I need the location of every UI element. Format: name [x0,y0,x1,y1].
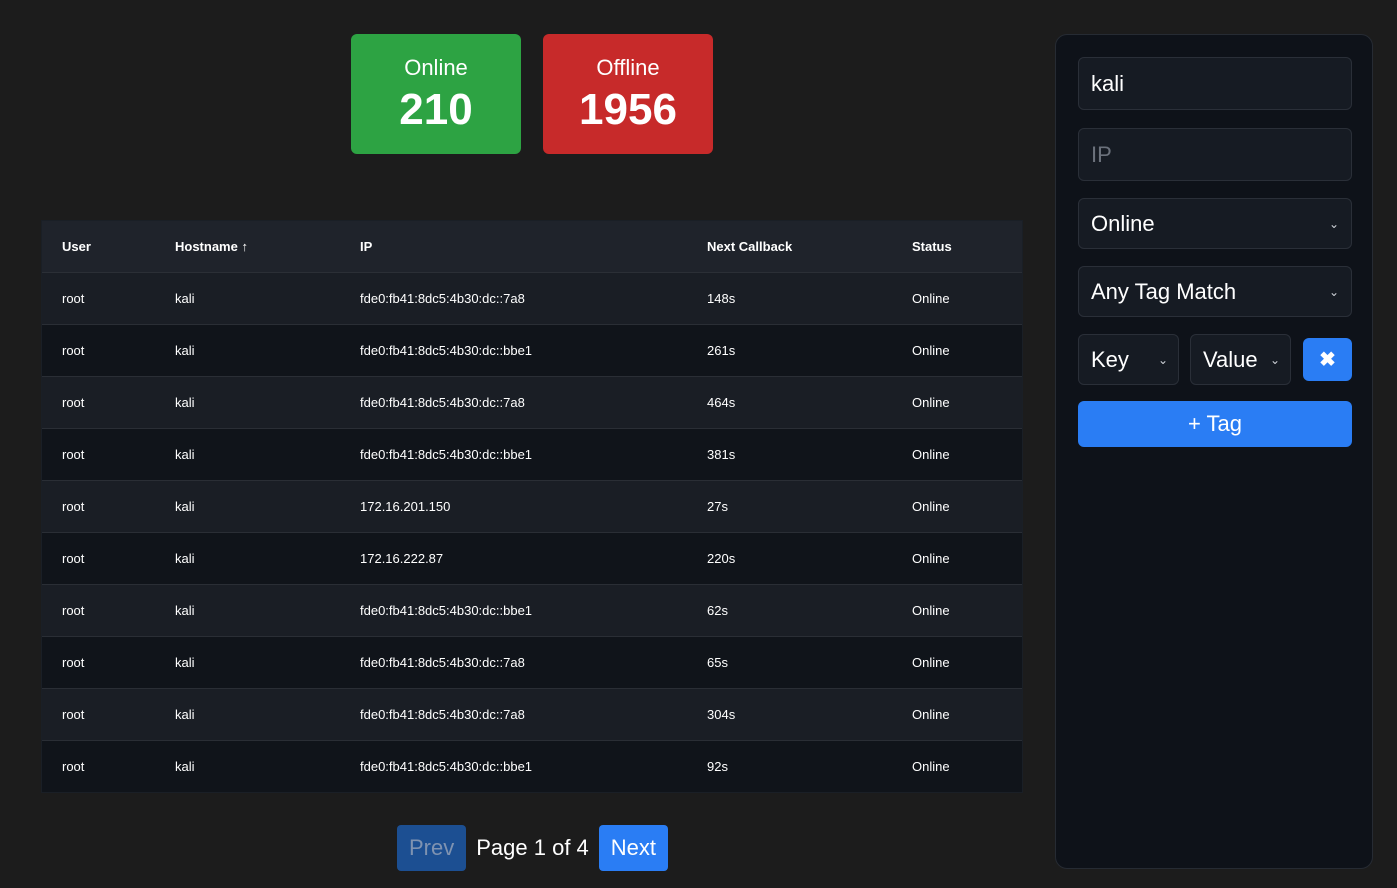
cell-next-callback: 27s [687,480,892,533]
cell-status: Online [892,532,1022,585]
add-tag-button[interactable]: + Tag [1078,401,1352,447]
cell-status: Online [912,759,950,774]
cell-ip: fde0:fb41:8dc5:4b30:dc::7a8 [340,688,687,741]
prev-button[interactable]: Prev [397,825,467,871]
table-row[interactable]: root kali fde0:fb41:8dc5:4b30:dc::bbe1 92s O… [42,740,1022,792]
online-stat-card: Online 210 [351,34,521,154]
cell-user: root [62,759,85,774]
filter-sidebar: Online ⌄ Any Tag Match ⌄ Key ⌄ Value ⌄ ✖… [1055,34,1373,869]
cell-status: Online [892,480,1022,533]
cell-next-callback: 261s [687,324,892,377]
header-next-callback[interactable]: Next Callback [687,221,892,273]
agents-table-container: User Hostname ↑ IP Next Callback Status … [41,220,1023,793]
table-row[interactable]: root kali 172.16.201.150 27s Online [42,480,1022,533]
cell-hostname: kali [155,428,340,481]
cell-hostname: kali [175,759,195,774]
close-icon: ✖ [1319,349,1336,371]
offline-label: Offline [596,55,660,80]
offline-count: 1956 [579,85,677,134]
chevron-down-icon: ⌄ [1328,216,1339,231]
cell-hostname: kali [155,532,340,585]
cell-user: root [42,428,155,481]
cell-ip: 172.16.222.87 [340,532,687,585]
header-status[interactable]: Status [892,221,1022,273]
cell-hostname: kali [155,324,340,377]
cell-hostname: kali [155,376,340,429]
cell-status: Online [892,584,1022,637]
table-row[interactable]: root kali fde0:fb41:8dc5:4b30:dc::bbe1 62s O… [42,584,1022,637]
cell-hostname: kali [155,480,340,533]
cell-ip: fde0:fb41:8dc5:4b30:dc::bbe1 [340,324,687,377]
cell-ip: fde0:fb41:8dc5:4b30:dc::bbe1 [340,584,687,637]
tag-match-value: Any Tag Match [1091,278,1237,304]
cell-hostname: kali [155,688,340,741]
cell-ip: 172.16.201.150 [340,480,687,533]
header-hostname[interactable]: Hostname ↑ [155,221,340,273]
cell-user: root [42,324,155,377]
online-count: 210 [399,85,473,134]
tag-key-select[interactable]: Key ⌄ [1078,334,1179,385]
agents-table: User Hostname ↑ IP Next Callback Status … [42,221,1022,792]
cell-next-callback: 62s [687,584,892,637]
cell-next-callback: 304s [687,688,892,741]
next-button[interactable]: Next [598,825,669,871]
chevron-down-icon: ⌄ [1157,352,1168,367]
cell-ip: fde0:fb41:8dc5:4b30:dc::7a8 [340,376,687,429]
tag-value-select[interactable]: Value ⌄ [1190,334,1291,385]
cell-next-callback: 381s [687,428,892,481]
table-row[interactable]: root kali fde0:fb41:8dc5:4b30:dc::7a8 65s On… [42,636,1022,689]
cell-ip: fde0:fb41:8dc5:4b30:dc::7a8 [340,272,687,325]
table-header-row: User Hostname ↑ IP Next Callback Status [42,221,1022,273]
tag-value-value: Value [1203,346,1258,372]
chevron-down-icon: ⌄ [1269,352,1280,367]
remove-tag-button[interactable]: ✖ [1303,338,1352,381]
cell-user: root [42,272,155,325]
tag-filter-row: Key ⌄ Value ⌄ ✖ [1078,334,1352,385]
cell-user: root [42,688,155,741]
cell-status: Online [892,636,1022,689]
table-row[interactable]: root kali fde0:fb41:8dc5:4b30:dc::7a8 304s O… [42,688,1022,741]
cell-status: Online [892,376,1022,429]
cell-next-callback: 92s [707,759,728,774]
cell-status: Online [892,272,1022,325]
status-filter-value: Online [1091,210,1155,236]
tag-match-select[interactable]: Any Tag Match ⌄ [1078,266,1352,317]
cell-ip: fde0:fb41:8dc5:4b30:dc::7a8 [340,636,687,689]
stats-cards: Online 210 Offline 1956 [351,34,713,154]
cell-status: Online [892,324,1022,377]
online-label: Online [404,55,468,80]
header-user[interactable]: User [42,221,155,273]
cell-user: root [42,636,155,689]
chevron-down-icon: ⌄ [1328,284,1339,299]
offline-stat-card: Offline 1956 [543,34,713,154]
cell-hostname: kali [155,272,340,325]
header-ip[interactable]: IP [340,221,687,273]
table-row[interactable]: root kali 172.16.222.87 220s Online [42,532,1022,585]
cell-ip: fde0:fb41:8dc5:4b30:dc::bbe1 [340,428,687,481]
table-row[interactable]: root kali fde0:fb41:8dc5:4b30:dc::bbe1 381s… [42,428,1022,481]
cell-user: root [42,584,155,637]
page-indicator: Page 1 of 4 [476,835,589,860]
cell-user: root [42,532,155,585]
ip-filter-input[interactable] [1078,128,1352,181]
tag-key-value: Key [1091,346,1129,372]
cell-next-callback: 220s [687,532,892,585]
cell-ip: fde0:fb41:8dc5:4b30:dc::bbe1 [360,759,533,774]
cell-next-callback: 65s [687,636,892,689]
table-row[interactable]: root kali fde0:fb41:8dc5:4b30:dc::7a8 464s O… [42,376,1022,429]
cell-status: Online [892,688,1022,741]
cell-status: Online [892,428,1022,481]
table-body: root kali fde0:fb41:8dc5:4b30:dc::7a8 148s O… [42,272,1022,792]
table-row[interactable]: root kali fde0:fb41:8dc5:4b30:dc::7a8 148s O… [42,272,1022,325]
cell-next-callback: 148s [687,272,892,325]
hostname-filter-input[interactable] [1078,57,1352,110]
cell-next-callback: 464s [687,376,892,429]
cell-hostname: kali [155,636,340,689]
status-filter-select[interactable]: Online ⌄ [1078,198,1352,249]
cell-hostname: kali [155,584,340,637]
pagination: Prev Page 1 of 4 Next [397,825,669,871]
cell-user: root [42,376,155,429]
cell-user: root [42,480,155,533]
table-row[interactable]: root kali fde0:fb41:8dc5:4b30:dc::bbe1 261s… [42,324,1022,377]
